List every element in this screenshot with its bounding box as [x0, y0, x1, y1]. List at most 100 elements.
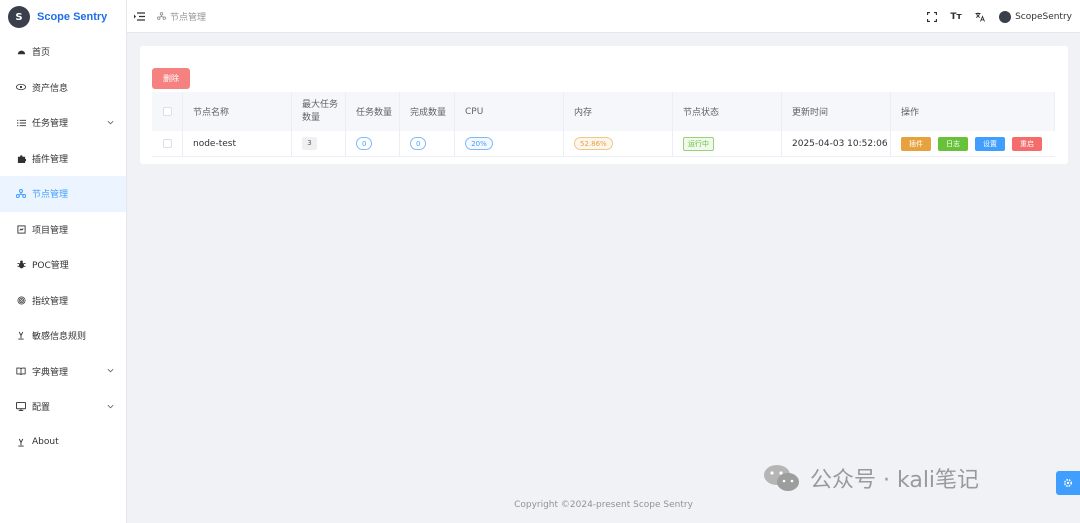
sidebar-item-label: 敏感信息规则 [32, 332, 87, 343]
sidebar-item-sensitive-rules[interactable]: 敏感信息规则 [0, 318, 126, 354]
completed-count-badge: 0 [410, 137, 427, 150]
sidebar-item-dictionary[interactable]: 字典管理 [0, 354, 126, 390]
sidebar-item-fingerprint[interactable]: 指纹管理 [0, 283, 126, 319]
fullscreen-icon [927, 11, 938, 22]
sidebar-item-nodes[interactable]: 节点管理 [0, 176, 126, 212]
select-all-cell [152, 92, 183, 131]
column-header: 节点状态 [673, 92, 782, 131]
max-tasks-cell: 3 [292, 131, 346, 156]
settings-button[interactable]: 设置 [975, 136, 1005, 151]
menu-fold-icon [133, 11, 145, 21]
sidebar-item-label: 字典管理 [32, 367, 69, 378]
column-header: 最大任务数量 [292, 92, 346, 131]
log-button[interactable]: 日志 [938, 136, 968, 151]
table-header: 节点名称 最大任务数量 任务数量 完成数量 CPU 内存 节点状态 更新时间 操… [152, 92, 1055, 131]
sidebar-menu: 首页 资产信息 任务管理 插件管理 节点管理 项目管理 POC管理 指纹管理 敏… [0, 34, 126, 460]
sidebar: S Scope Sentry 首页 资产信息 任务管理 插件管理 节点管理 项目… [0, 0, 127, 523]
memory-cell: 52.86% [564, 131, 673, 156]
gear-icon [1064, 479, 1072, 487]
updated-time: 2025-04-03 10:52:06 [782, 131, 891, 156]
sidebar-item-label: 资产信息 [32, 83, 69, 94]
book-icon [16, 366, 26, 376]
logo-icon: S [8, 6, 30, 28]
project-icon [16, 224, 26, 234]
restart-button[interactable]: 重启 [1012, 136, 1042, 151]
status-cell: 运行中 [673, 131, 782, 156]
sidebar-item-label: 配置 [32, 403, 51, 414]
sidebar-item-config[interactable]: 配置 [0, 389, 126, 425]
tasks-count-badge: 0 [356, 137, 373, 150]
watermark-text: 公众号 · kali笔记 [810, 468, 980, 493]
wechat-icon [764, 465, 799, 491]
column-header: 内存 [564, 92, 673, 131]
breadcrumb: 节点管理 [157, 10, 206, 23]
username: ScopeSentry [1015, 11, 1072, 22]
sidebar-item-label: 项目管理 [32, 225, 69, 236]
node-name: node-test [183, 131, 292, 156]
collapse-sidebar-button[interactable] [133, 10, 145, 22]
language-button[interactable] [973, 10, 987, 24]
rule-icon [16, 331, 26, 341]
info-icon [16, 437, 26, 447]
column-header: CPU [455, 92, 564, 131]
breadcrumb-item[interactable]: 节点管理 [170, 10, 206, 23]
nodes-icon [16, 189, 26, 199]
plugin-button[interactable]: 插件 [901, 136, 931, 151]
sidebar-item-label: 首页 [32, 48, 51, 59]
sidebar-item-label: About [32, 437, 59, 448]
sidebar-item-projects[interactable]: 项目管理 [0, 212, 126, 248]
status-badge: 运行中 [683, 136, 714, 151]
column-header: 任务数量 [346, 92, 400, 131]
select-all-checkbox[interactable] [162, 107, 172, 116]
chevron-down-icon [107, 118, 114, 128]
translate-icon [975, 12, 985, 22]
app-title: Scope Sentry [37, 11, 108, 23]
cpu-cell: 20% [455, 131, 564, 156]
chevron-down-icon [107, 366, 114, 376]
chevron-down-icon [107, 402, 114, 412]
max-tasks-value: 3 [302, 137, 317, 150]
font-size-icon: Tт [950, 11, 962, 22]
nodes-icon [157, 12, 166, 20]
sidebar-item-label: 插件管理 [32, 154, 69, 165]
eye-icon [16, 82, 26, 92]
user-menu[interactable]: ScopeSentry [999, 10, 1072, 23]
sidebar-item-plugins[interactable]: 插件管理 [0, 141, 126, 177]
row-select-cell [152, 131, 183, 156]
sidebar-item-poc[interactable]: POC管理 [0, 247, 126, 283]
sidebar-item-tasks[interactable]: 任务管理 [0, 105, 126, 141]
fullscreen-button[interactable] [925, 10, 939, 24]
app-logo[interactable]: S Scope Sentry [0, 0, 126, 34]
row-checkbox[interactable] [162, 139, 172, 148]
floating-settings-button[interactable] [1056, 471, 1080, 495]
top-header: 节点管理 Tт ScopeSentry [127, 0, 1080, 33]
delete-button[interactable]: 删除 [152, 68, 190, 89]
table-row: node-test 3 0 0 20% 52.86% 运行中 2025-04-0… [152, 131, 1055, 157]
header-tools: Tт ScopeSentry [915, 0, 1072, 33]
list-icon [16, 118, 26, 128]
column-header: 节点名称 [183, 92, 292, 131]
sidebar-item-assets[interactable]: 资产信息 [0, 70, 126, 106]
tasks-cell: 0 [346, 131, 400, 156]
font-size-button[interactable]: Tт [949, 10, 963, 24]
sidebar-item-label: 任务管理 [32, 119, 69, 130]
sidebar-item-label: 节点管理 [32, 190, 69, 201]
avatar [999, 10, 1012, 23]
actions-cell: 插件 日志 设置 重启 [891, 131, 1055, 156]
column-header: 更新时间 [782, 92, 891, 131]
node-panel: 删除 节点名称 最大任务数量 任务数量 完成数量 CPU 内存 节点状态 更新时… [140, 46, 1068, 164]
footer-copyright: Copyright ©2024-present Scope Sentry [514, 500, 693, 510]
node-table: 节点名称 最大任务数量 任务数量 完成数量 CPU 内存 节点状态 更新时间 操… [152, 92, 1055, 157]
fingerprint-icon [16, 295, 26, 305]
sidebar-item-label: POC管理 [32, 261, 69, 272]
sidebar-item-home[interactable]: 首页 [0, 34, 126, 70]
completed-cell: 0 [400, 131, 455, 156]
cpu-badge: 20% [465, 137, 493, 150]
memory-badge: 52.86% [574, 137, 613, 150]
sidebar-item-about[interactable]: About [0, 425, 126, 461]
column-header: 操作 [891, 92, 1055, 131]
monitor-icon [16, 402, 26, 412]
sidebar-item-label: 指纹管理 [32, 296, 69, 307]
column-header: 完成数量 [400, 92, 455, 131]
dashboard-icon [16, 47, 26, 57]
